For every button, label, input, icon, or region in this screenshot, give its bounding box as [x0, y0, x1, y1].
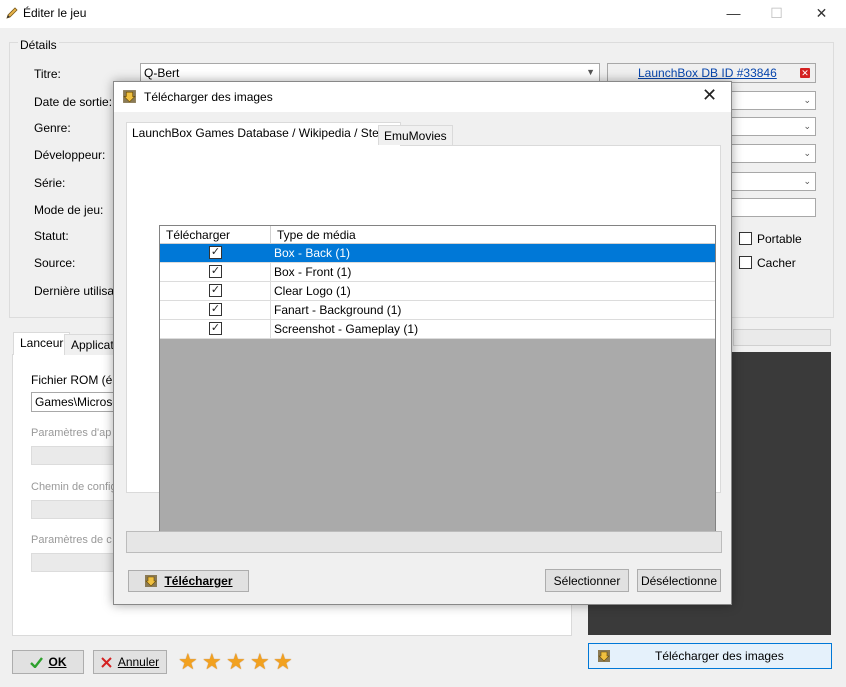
row-checkbox[interactable]: ✓	[209, 303, 222, 316]
download-icon	[598, 650, 610, 662]
row-divider	[270, 301, 271, 320]
genre-dropdown[interactable]: ⌄	[730, 117, 816, 136]
star-icon[interactable]: ★	[178, 651, 198, 673]
remove-icon[interactable]: ✕	[800, 68, 810, 78]
progress-bar	[126, 531, 722, 553]
row-divider	[270, 263, 271, 282]
title-dropdown[interactable]: Q-Bert ▼	[140, 63, 600, 83]
header-media-type[interactable]: Type de média	[277, 228, 356, 242]
row-checkbox[interactable]: ✓	[209, 246, 222, 259]
dialog-tab-panel: Télécharger Type de média ✓ Box - Back (…	[126, 145, 721, 537]
params-input	[31, 553, 121, 572]
close-button[interactable]: ✕	[799, 0, 844, 28]
developer-label: Développeur:	[34, 148, 106, 162]
release-date-dropdown[interactable]: ⌄	[730, 91, 816, 110]
download-icon	[123, 90, 136, 103]
tab-launchbox-db[interactable]: LaunchBox Games Database / Wikipedia / S…	[126, 122, 402, 146]
table-row[interactable]: ✓ Clear Logo (1)	[160, 282, 715, 301]
grid-header: Télécharger Type de média	[160, 226, 715, 244]
row-checkbox[interactable]: ✓	[209, 322, 222, 335]
close-icon	[101, 656, 112, 668]
download-icon	[145, 575, 158, 587]
download-images-label: Télécharger des images	[655, 649, 784, 663]
rom-file-label: Fichier ROM (ém	[31, 373, 123, 387]
star-icon[interactable]: ★	[273, 651, 293, 673]
tab-launcher[interactable]: Lanceur	[13, 332, 71, 355]
dialog-close-button[interactable]: ✕	[702, 85, 717, 106]
header-divider	[270, 226, 271, 244]
minimize-button[interactable]: —	[711, 0, 756, 28]
media-grid: Télécharger Type de média ✓ Box - Back (…	[159, 225, 716, 537]
table-row[interactable]: ✓ Fanart - Background (1)	[160, 301, 715, 320]
check-icon	[29, 656, 43, 668]
select-all-button[interactable]: Sélectionner	[545, 569, 629, 592]
table-row[interactable]: ✓ Box - Back (1)	[160, 244, 715, 263]
row-divider	[270, 282, 271, 301]
download-images-dialog: Télécharger des images ✕ Télécharger Typ…	[113, 81, 732, 605]
app-params-label: Paramètres d'ap	[31, 427, 112, 439]
source-label: Source:	[34, 256, 76, 270]
right-strip	[733, 329, 831, 346]
params-label: Paramètres de c	[31, 534, 112, 546]
genre-label: Genre:	[34, 121, 71, 135]
table-row[interactable]: ✓ Screenshot - Gameplay (1)	[160, 320, 715, 339]
series-label: Série:	[34, 176, 66, 190]
title-label: Titre:	[34, 67, 61, 81]
hide-label: Cacher	[757, 256, 796, 270]
row-checkbox[interactable]: ✓	[209, 265, 222, 278]
developer-dropdown[interactable]: ⌄	[730, 144, 816, 163]
portable-checkbox[interactable]	[739, 232, 752, 245]
row-label: Box - Front (1)	[274, 265, 352, 279]
status-label: Statut:	[34, 229, 69, 243]
chevron-down-icon: ▼	[586, 67, 595, 77]
series-dropdown[interactable]: ⌄	[730, 172, 816, 191]
play-mode-input[interactable]	[730, 198, 816, 217]
chevron-down-icon: ⌄	[803, 176, 811, 186]
dialog-download-label: Télécharger	[164, 574, 233, 588]
chevron-down-icon: ⌄	[803, 121, 811, 131]
title-value: Q-Bert	[144, 66, 180, 80]
portable-label: Portable	[757, 232, 802, 246]
star-icon[interactable]: ★	[226, 651, 246, 673]
tab-emumovies[interactable]: EmuMovies	[378, 125, 453, 145]
row-divider	[270, 320, 271, 339]
config-path-label: Chemin de config	[31, 481, 117, 493]
row-label: Box - Back (1)	[274, 246, 351, 260]
hide-checkbox[interactable]	[739, 256, 752, 269]
dialog-title: Télécharger des images	[144, 90, 273, 104]
download-images-button[interactable]: Télécharger des images	[588, 643, 832, 669]
app-params-input	[31, 446, 121, 465]
pencil-icon	[6, 7, 18, 19]
ok-label: OK	[48, 655, 67, 669]
release-date-label: Date de sortie:	[34, 95, 113, 109]
row-label: Clear Logo (1)	[274, 284, 351, 298]
table-row[interactable]: ✓ Box - Front (1)	[160, 263, 715, 282]
deselect-all-button[interactable]: Désélectionne	[637, 569, 721, 592]
row-label: Fanart - Background (1)	[274, 303, 402, 317]
chevron-down-icon: ⌄	[803, 95, 811, 105]
star-icon[interactable]: ★	[250, 651, 270, 673]
ok-button[interactable]: OK	[12, 650, 84, 674]
row-label: Screenshot - Gameplay (1)	[274, 322, 419, 336]
cancel-label: Annuler	[117, 655, 160, 669]
maximize-button[interactable]: ☐	[754, 0, 799, 28]
window-title: Éditer le jeu	[23, 6, 87, 20]
play-mode-label: Mode de jeu:	[34, 203, 104, 217]
rom-file-input[interactable]: Games\Microsof	[31, 392, 121, 412]
last-played-label: Dernière utilisat	[34, 284, 118, 298]
chevron-down-icon: ⌄	[803, 148, 811, 158]
config-path-input	[31, 500, 121, 519]
dialog-download-button[interactable]: Télécharger	[128, 570, 249, 592]
launchbox-id-link[interactable]: LaunchBox DB ID #33846	[638, 66, 777, 80]
row-checkbox[interactable]: ✓	[209, 284, 222, 297]
details-legend: Détails	[18, 38, 59, 52]
header-download[interactable]: Télécharger	[166, 228, 230, 242]
star-icon[interactable]: ★	[202, 651, 222, 673]
cancel-button[interactable]: Annuler	[93, 650, 167, 674]
